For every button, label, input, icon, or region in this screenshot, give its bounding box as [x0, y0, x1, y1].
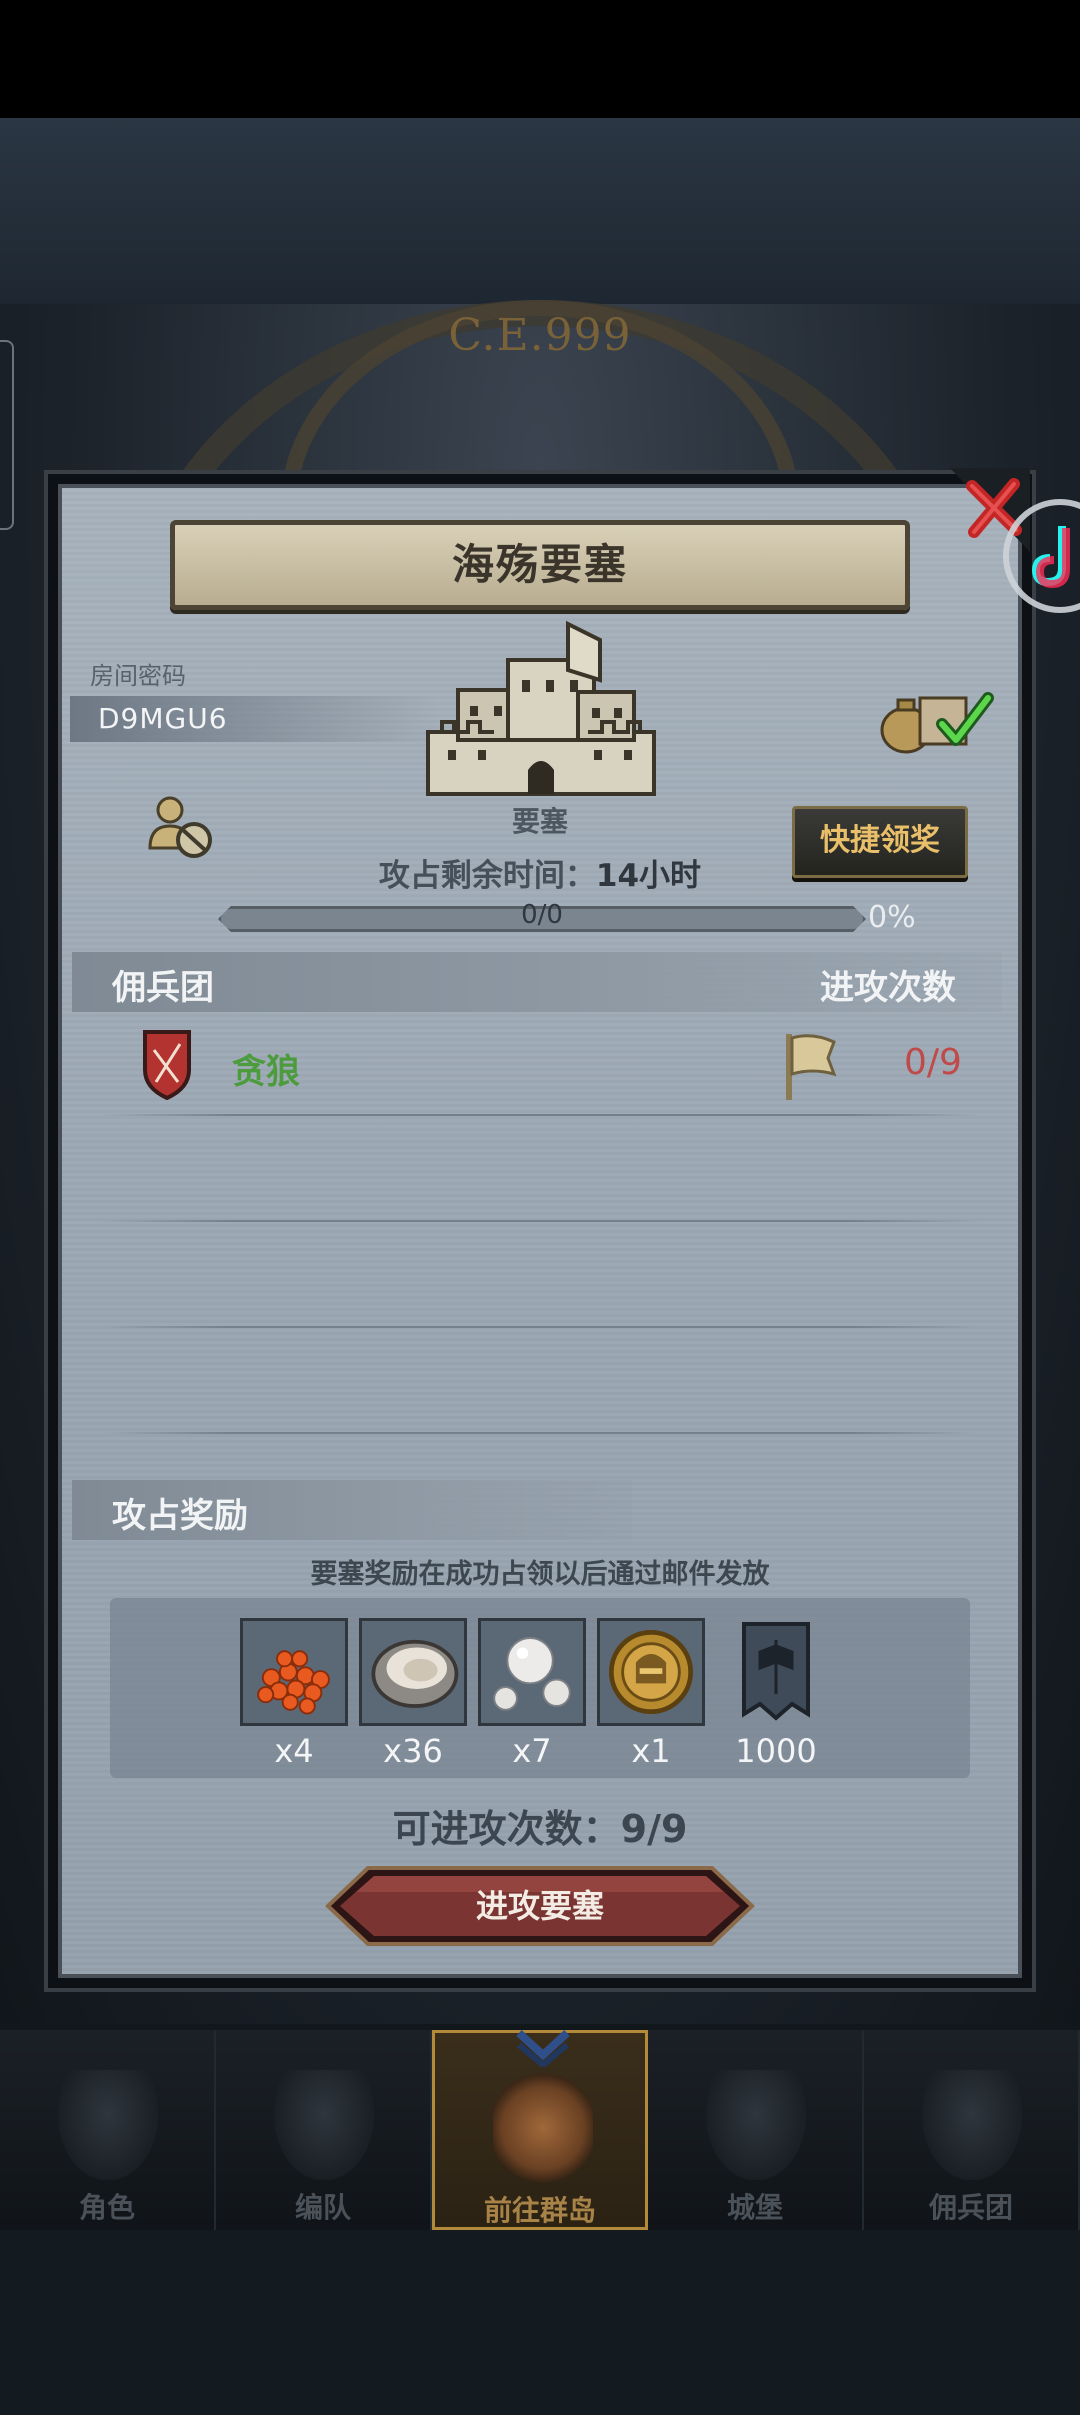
oyster-icon[interactable] — [359, 1618, 467, 1726]
available-attacks-label: 可进攻次数： — [392, 1807, 621, 1851]
reward-header: 攻占奖励 — [112, 1496, 248, 1536]
mercenary-header: 佣兵团 — [112, 968, 214, 1008]
attack-count-header: 进攻次数 — [820, 968, 956, 1008]
chevron-down-icon — [516, 2030, 570, 2067]
nav-label: 佣兵团 — [928, 2191, 1013, 2224]
shield-sword-icon — [143, 1030, 191, 1100]
available-attacks: 可进攻次数：9/9 — [0, 1798, 1080, 1853]
bottom-nav: 角色 编队 前往群岛 城堡 佣兵团 — [0, 2030, 1080, 2230]
timer-label: 攻占剩余时间： — [378, 858, 596, 894]
reward-qty: x4 — [274, 1732, 314, 1770]
nav-item-character[interactable]: 角色 — [0, 2030, 216, 2230]
flag-icon — [786, 1034, 837, 1100]
character-icon — [58, 2070, 158, 2180]
occupation-timer: 攻占剩余时间：14小时 — [0, 850, 1080, 895]
reward-qty: 1000 — [735, 1732, 817, 1770]
fortress-icon — [426, 620, 656, 796]
nav-item-formation[interactable]: 编队 — [216, 2030, 432, 2230]
knight-coin-icon[interactable] — [597, 1618, 705, 1726]
mercenary-icon — [922, 2070, 1022, 2180]
reward-qty: x1 — [631, 1732, 671, 1770]
castle-icon — [706, 2070, 806, 2180]
progress-percent: 0% — [868, 900, 916, 935]
row-divider — [100, 1114, 980, 1116]
attack-fortress-label[interactable]: 进攻要塞 — [324, 1864, 756, 1948]
banner-icon[interactable] — [726, 1618, 826, 1726]
top-header-band — [0, 118, 1080, 304]
nav-label: 角色 — [78, 2191, 135, 2224]
row-divider — [100, 1326, 980, 1328]
islands-icon — [493, 2073, 593, 2183]
mercenary-name: 贪狼 — [232, 1052, 300, 1092]
modal-title: 海殇要塞 — [170, 520, 910, 610]
nav-item-islands[interactable]: 前往群岛 — [432, 2030, 648, 2230]
reward-claimed-icon — [880, 692, 994, 754]
system-nav-bar — [0, 2230, 1080, 2415]
progress-text: 0/0 — [521, 900, 563, 930]
available-attacks-value: 9/9 — [620, 1807, 688, 1851]
room-code-value[interactable]: D9MGU6 — [70, 696, 440, 742]
reward-qty: x7 — [512, 1732, 552, 1770]
roe-icon[interactable] — [240, 1618, 348, 1726]
nav-item-mercenary[interactable]: 佣兵团 — [864, 2030, 1080, 2230]
mercenary-attack-count: 0/9 — [904, 1042, 962, 1083]
tiktok-overlay-icon[interactable] — [1000, 496, 1080, 616]
era-label: C.E.999 — [448, 310, 632, 361]
timer-value: 14小时 — [595, 858, 702, 894]
reward-note: 要塞奖励在成功占领以后通过邮件发放 — [310, 1559, 770, 1590]
nav-label: 编队 — [294, 2191, 351, 2224]
nav-label: 城堡 — [726, 2191, 783, 2224]
formation-icon — [274, 2070, 374, 2180]
status-bar-area — [0, 0, 1080, 118]
nav-item-castle[interactable]: 城堡 — [648, 2030, 864, 2230]
nav-label: 前往群岛 — [483, 2194, 596, 2227]
reward-qty: x36 — [383, 1732, 443, 1770]
pearl-icon[interactable] — [478, 1618, 586, 1726]
room-code-label: 房间密码 — [90, 662, 186, 690]
row-divider — [100, 1220, 980, 1222]
side-drawer-handle[interactable] — [0, 340, 14, 530]
row-divider — [100, 1432, 980, 1434]
